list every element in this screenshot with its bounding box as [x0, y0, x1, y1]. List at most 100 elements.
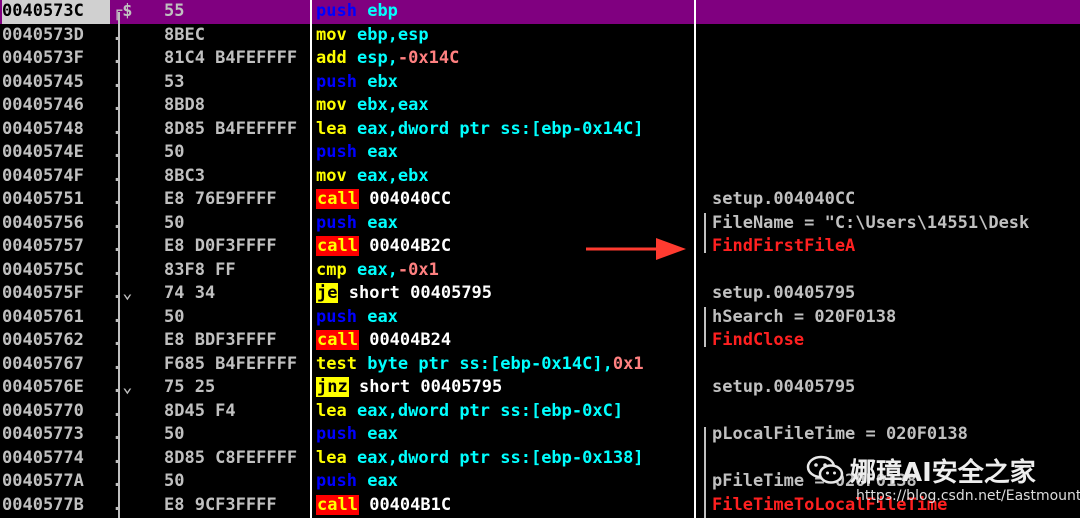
listing-row[interactable]: 0040573D.8BECmov ebp,esp: [0, 24, 1080, 48]
row-hex-bytes: E8 D0F3FFFF: [164, 236, 277, 256]
listing-row[interactable]: 0040575C.83F8 FFcmp eax,-0x1: [0, 259, 1080, 283]
row-operand: short 00405795: [358, 377, 503, 397]
row-hex-bytes: 8BEC: [164, 24, 205, 45]
listing-row[interactable]: 00405748.8D85 B4FEFFFFlea eax,dword ptr …: [0, 118, 1080, 142]
row-comment: [712, 94, 1080, 118]
listing-row[interactable]: 00405770.8D45 F4lea eax,dword ptr ss:[eb…: [0, 400, 1080, 424]
row-mnemonic: call: [316, 236, 359, 256]
listing-row[interactable]: 00405761.50push eaxhSearch = 020F0138: [0, 306, 1080, 330]
row-instruction: mov eax,ebx: [316, 165, 692, 189]
listing-row[interactable]: 0040574E.50push eax: [0, 141, 1080, 165]
row-address: 0040573F: [2, 48, 84, 68]
row-instruction: push eax: [316, 212, 692, 236]
row-instruction: lea eax,dword ptr ss:[ebp-0xC]: [316, 400, 692, 424]
row-operand: eax,dword ptr ss:[ebp-0x138]: [356, 447, 644, 468]
row-operand: esp,: [356, 48, 398, 68]
row-hex-bytes: 50: [164, 142, 185, 162]
listing-row[interactable]: 00405757.E8 D0F3FFFFcall 00404B2CFindFir…: [0, 235, 1080, 259]
row-hex-bytes: 8BD8: [164, 95, 205, 115]
row-operand: 004040CC: [369, 189, 452, 209]
row-operand: eax,dword ptr ss:[ebp-0x14C]: [356, 118, 644, 139]
row-comment: [712, 71, 1080, 95]
row-address: 00405757: [2, 236, 84, 256]
row-address: 00405767: [2, 353, 84, 374]
listing-row[interactable]: 0040573F.81C4 B4FEFFFFadd esp,-0x14C: [0, 47, 1080, 71]
row-address: 0040576E: [2, 377, 84, 397]
row-hex-bytes: E8 BDF3FFFF: [164, 330, 277, 350]
listing-row[interactable]: 00405745.53push ebx: [0, 71, 1080, 95]
row-operand: eax: [367, 471, 398, 491]
args-bracket-findclose: [704, 307, 706, 347]
row-comment: FileName = "C:\Users\14551\Desk: [712, 212, 1030, 233]
listing-row[interactable]: 0040573C ┌$ 55 push ebp: [0, 0, 1080, 24]
listing-row[interactable]: 00405767.F685 B4FEFFFFtest byte ptr ss:[…: [0, 353, 1080, 377]
row-address: 00405746: [2, 95, 84, 115]
row-hex-bytes: 53: [164, 71, 185, 92]
listing-row[interactable]: 0040575F .⌄ 74 34 je short 00405795 setup.00…: [0, 282, 1080, 306]
row-instruction: mov ebx,eax: [316, 94, 692, 118]
procedure-bracket: [118, 12, 120, 518]
column-separator-hex: [310, 0, 312, 518]
row-mnemonic: jnz: [316, 377, 349, 397]
row-comment: [712, 353, 1080, 377]
row-instruction: call 00404B24: [316, 329, 692, 353]
row-instruction: push ebx: [316, 71, 692, 95]
row-operand: eax: [367, 306, 398, 327]
row-address: 00405756: [2, 212, 84, 233]
row-operand: eax: [367, 212, 398, 233]
watermark-url: https://blog.csdn.net/Eastmount: [856, 488, 1080, 504]
row-operand: -0x1: [397, 259, 439, 280]
row-mnemonic: push: [316, 424, 357, 444]
row-hex-bytes: 8D45 F4: [164, 400, 236, 421]
row-instruction: push eax: [316, 141, 692, 165]
row-hex-bytes: E8 76E9FFFF: [164, 189, 277, 209]
row-instruction: lea eax,dword ptr ss:[ebp-0x14C]: [316, 118, 692, 142]
row-mnemonic: push: [316, 71, 357, 92]
listing-row[interactable]: 00405751.E8 76E9FFFFcall 004040CCsetup.0…: [0, 188, 1080, 212]
row-hex-bytes: 74 34: [164, 283, 216, 303]
row-address: 0040577A: [2, 471, 84, 491]
listing-row[interactable]: 00405762.E8 BDF3FFFFcall 00404B24FindClo…: [0, 329, 1080, 353]
row-mnemonic: cmp: [316, 259, 347, 280]
row-operand: eax: [367, 142, 398, 162]
row-instruction: call 004040CC: [316, 188, 692, 212]
listing-row[interactable]: 00405756.50push eaxFileName = "C:\Users\…: [0, 212, 1080, 236]
row-instruction: push eax: [316, 306, 692, 330]
row-instruction: lea eax,dword ptr ss:[ebp-0x138]: [316, 447, 692, 471]
row-mnemonic: mov: [316, 95, 347, 115]
args-bracket-findfirstfile: [704, 213, 706, 253]
row-address: 00405773: [2, 424, 84, 444]
row-address: 0040573C: [2, 0, 110, 24]
row-mnemonic: push: [316, 471, 357, 491]
row-address: 00405762: [2, 330, 84, 350]
row-instruction: add esp,-0x14C: [316, 47, 692, 71]
row-instruction: push eax: [316, 423, 692, 447]
args-bracket-filetime: [704, 427, 706, 518]
red-arrow-icon: [586, 238, 686, 260]
row-operand: 00404B2C: [369, 236, 452, 256]
row-comment: [712, 165, 1080, 189]
row-mnemonic: je: [316, 283, 339, 303]
listing-row[interactable]: 00405773.50push eaxpLocalFileTime = 020F…: [0, 423, 1080, 447]
row-operand: eax,ebx: [356, 165, 429, 186]
listing-row[interactable]: 00405746.8BD8mov ebx,eax: [0, 94, 1080, 118]
row-mnemonic: test: [316, 353, 357, 374]
row-mnemonic: push: [316, 1, 357, 21]
row-instruction: push ebp: [316, 0, 692, 24]
row-address: 00405770: [2, 400, 84, 421]
row-comment: hSearch = 020F0138: [712, 306, 897, 327]
row-operand: ebx,eax: [356, 95, 429, 115]
wechat-icon: [806, 455, 844, 484]
row-address: 0040575F: [2, 283, 84, 303]
row-operand: eax,: [356, 259, 398, 280]
row-comment: [712, 47, 1080, 71]
listing-row[interactable]: 0040574F.8BC3mov eax,ebx: [0, 165, 1080, 189]
row-instruction: je short 00405795: [316, 282, 692, 306]
watermark: 娜璋AI安全之家: [806, 450, 1036, 490]
row-mnemonic: push: [316, 212, 357, 233]
row-comment: setup.00405795: [712, 283, 856, 303]
row-instruction: push eax: [316, 470, 692, 494]
listing-row[interactable]: 0040576E .⌄ 75 25 jnz short 00405795 setup.0…: [0, 376, 1080, 400]
row-comment: [712, 259, 1080, 283]
row-instruction: call 00404B1C: [316, 494, 692, 518]
